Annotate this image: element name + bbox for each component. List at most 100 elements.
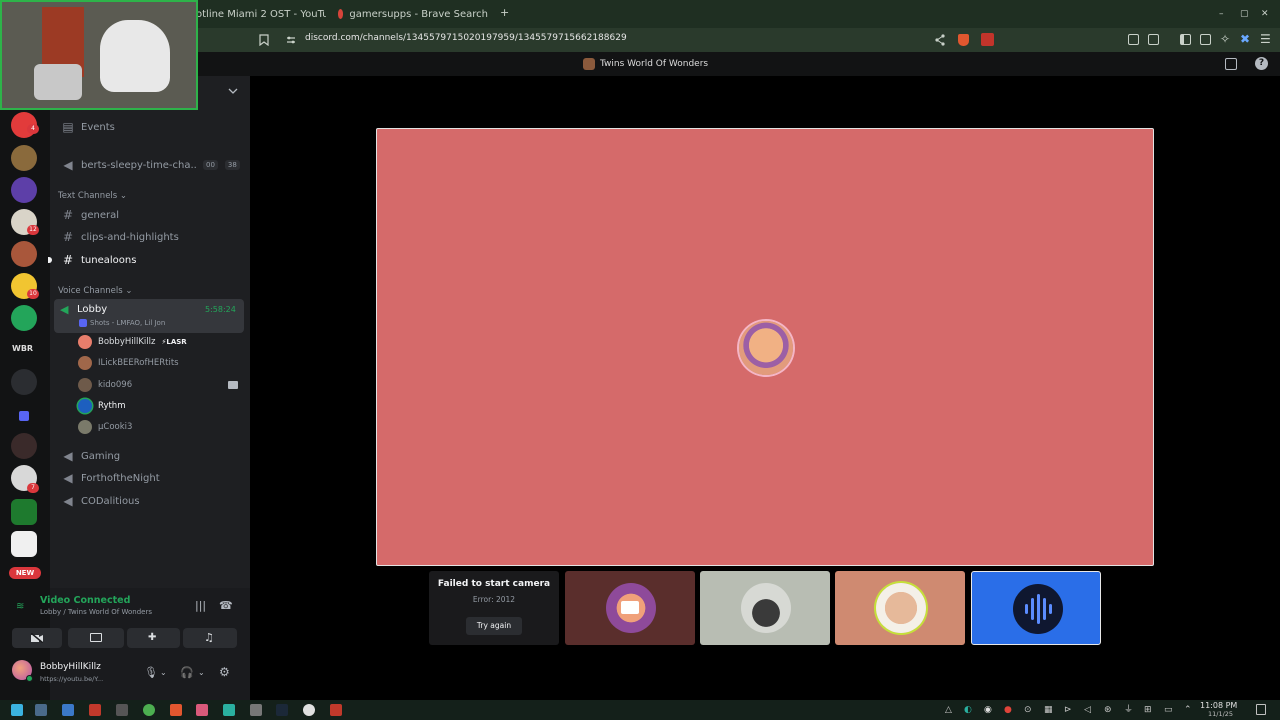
chevron-down-icon[interactable] [228,87,238,95]
inbox-icon[interactable] [1225,58,1237,70]
voice-user-1[interactable]: BobbyHillKillz ⚡LASR [78,333,187,351]
voice-channel-codalitious[interactable]: ◀ CODalitious [58,491,244,511]
server-icon-12[interactable] [11,499,37,525]
steam-icon[interactable] [276,704,288,716]
tray-vpn-icon[interactable]: ⊛ [1104,704,1112,716]
voice-channel-forthofthenight[interactable]: ◀ ForthoftheNight [58,468,244,488]
voice-user-4[interactable]: Rythm [78,397,125,415]
url-field[interactable]: discord.com/channels/1345579715020197959… [305,33,627,43]
tab-youtube[interactable]: otline Miami 2 OST - YouTube [196,4,326,24]
app-icon-f[interactable] [303,704,315,716]
camera-toggle-button[interactable] [12,628,62,648]
audio-options-chevron-icon[interactable]: ⌄ [198,668,205,677]
new-badge[interactable]: NEW [9,567,41,579]
tray-usb-icon[interactable]: ⏚ [1124,704,1133,716]
folder-icon[interactable] [19,411,29,421]
voice-channels-category[interactable]: Voice Channels ⌄ [58,286,132,296]
brave-shields-icon[interactable] [958,34,969,46]
app-icon-e[interactable] [250,704,262,716]
server-icon-7[interactable] [11,305,37,331]
app-icon-d[interactable] [223,704,235,716]
voice-status[interactable]: Video Connected [40,595,130,606]
voice-user-5[interactable]: µCooki3 [78,418,132,436]
server-icon-13[interactable] [11,531,37,557]
user-status[interactable]: https://youtu.be/Y... [40,675,103,683]
tray-warning-icon[interactable]: △ [945,704,952,716]
channel-clips[interactable]: # clips-and-highlights [58,227,244,247]
settings-gear-icon[interactable]: ⚙ [219,666,230,678]
wallet-icon[interactable] [1200,34,1211,45]
tab-brave-search[interactable]: gamersupps - Brave Search [338,4,488,24]
server-wbr-label[interactable]: WBR [12,344,33,353]
participant-tile-1[interactable] [565,571,695,645]
voice-user-3[interactable]: kido096 [78,376,132,394]
new-tab-button[interactable]: + [500,6,509,20]
activities-button[interactable]: ✚ [127,628,180,648]
server-icon-2[interactable] [11,145,37,171]
tray-display-icon[interactable]: ▭ [1164,704,1173,716]
terminal-icon[interactable] [116,704,128,716]
help-icon[interactable]: ? [1255,57,1268,70]
app-icon-c[interactable] [196,704,208,716]
voice-user-2[interactable]: ILickBEERofHERtits [78,354,179,372]
tray-overflow-chevron-icon[interactable]: ⌃ [1184,704,1192,716]
tray-calendar-icon[interactable]: ▦ [1044,704,1053,716]
signal-icon[interactable]: ≋ [16,601,24,612]
participant-tile-3[interactable] [835,571,965,645]
notifications-icon[interactable] [1256,704,1266,715]
brave-rewards-icon[interactable] [981,33,994,46]
tray-media-icon[interactable]: ⊳ [1064,704,1072,716]
channel-general[interactable]: # general [58,205,244,225]
tray-steam-icon[interactable]: ⊙ [1024,704,1032,716]
headphones-icon[interactable]: 🎧 [180,667,194,679]
screen-share-button[interactable] [68,628,124,648]
channel-tunealoons[interactable]: # tunealoons [58,250,244,270]
participant-tile-rythm[interactable] [971,571,1101,645]
leo-ai-icon[interactable]: ✧ [1220,33,1230,45]
menu-icon[interactable]: ☰ [1260,32,1271,46]
hash-icon: # [62,230,74,244]
start-icon[interactable] [11,704,23,716]
tray-app-icon[interactable]: ◐ [964,704,972,716]
bookmark-icon[interactable] [259,34,269,46]
server-icon-3[interactable] [11,177,37,203]
close-window-button[interactable]: ✕ [1261,7,1269,21]
tray-volume-icon[interactable]: ◁ [1084,704,1091,716]
voice-location[interactable]: Lobby / Twins World Of Wonders [40,608,152,616]
try-again-button[interactable]: Try again [466,617,522,635]
clock-time[interactable]: 11:08 PM [1200,701,1237,710]
microphone-icon[interactable]: 🎙 [144,667,158,679]
app-icon-b[interactable] [143,704,155,716]
events-item[interactable]: ▤ Events [58,117,244,137]
clock-date[interactable]: 11/1/25 [1208,710,1233,718]
site-settings-icon[interactable] [286,35,296,45]
extensions-icon[interactable] [1128,34,1139,45]
stage-channel[interactable]: ◀ berts-sleepy-time-cha... 00 38 [58,155,244,175]
app-icon-a[interactable] [89,704,101,716]
user-name[interactable]: BobbyHillKillz [40,662,101,672]
tray-discord-icon[interactable]: ◉ [984,704,992,716]
app-icon-g[interactable] [330,704,342,716]
vpn-icon[interactable]: ✖ [1240,33,1250,45]
tray-record-icon[interactable]: ● [1004,704,1012,716]
server-icon-5[interactable] [11,241,37,267]
soundboard-button[interactable]: ♫ [183,628,237,648]
screenshot-icon[interactable] [1148,34,1159,45]
mic-options-chevron-icon[interactable]: ⌄ [160,668,167,677]
sidebar-toggle-icon[interactable] [1180,34,1191,45]
participant-tile-2[interactable] [700,571,830,645]
brave-taskbar-icon[interactable] [170,704,182,716]
soundboard-icon: ♫ [204,631,214,644]
disconnect-icon[interactable]: ☎ [219,600,233,612]
voice-channel-gaming[interactable]: ◀ Gaming [58,446,244,466]
task-view-icon[interactable] [35,704,47,716]
share-icon[interactable] [935,34,945,46]
noise-suppression-icon[interactable]: ||| [195,600,206,612]
maximize-button[interactable]: ▢ [1240,7,1249,21]
file-explorer-icon[interactable] [62,704,74,716]
server-icon-10[interactable] [11,433,37,459]
text-channels-category[interactable]: Text Channels ⌄ [58,191,127,201]
server-icon-9[interactable] [11,369,37,395]
tray-network-icon[interactable]: ⊞ [1144,704,1152,716]
minimize-button[interactable]: – [1219,7,1224,21]
